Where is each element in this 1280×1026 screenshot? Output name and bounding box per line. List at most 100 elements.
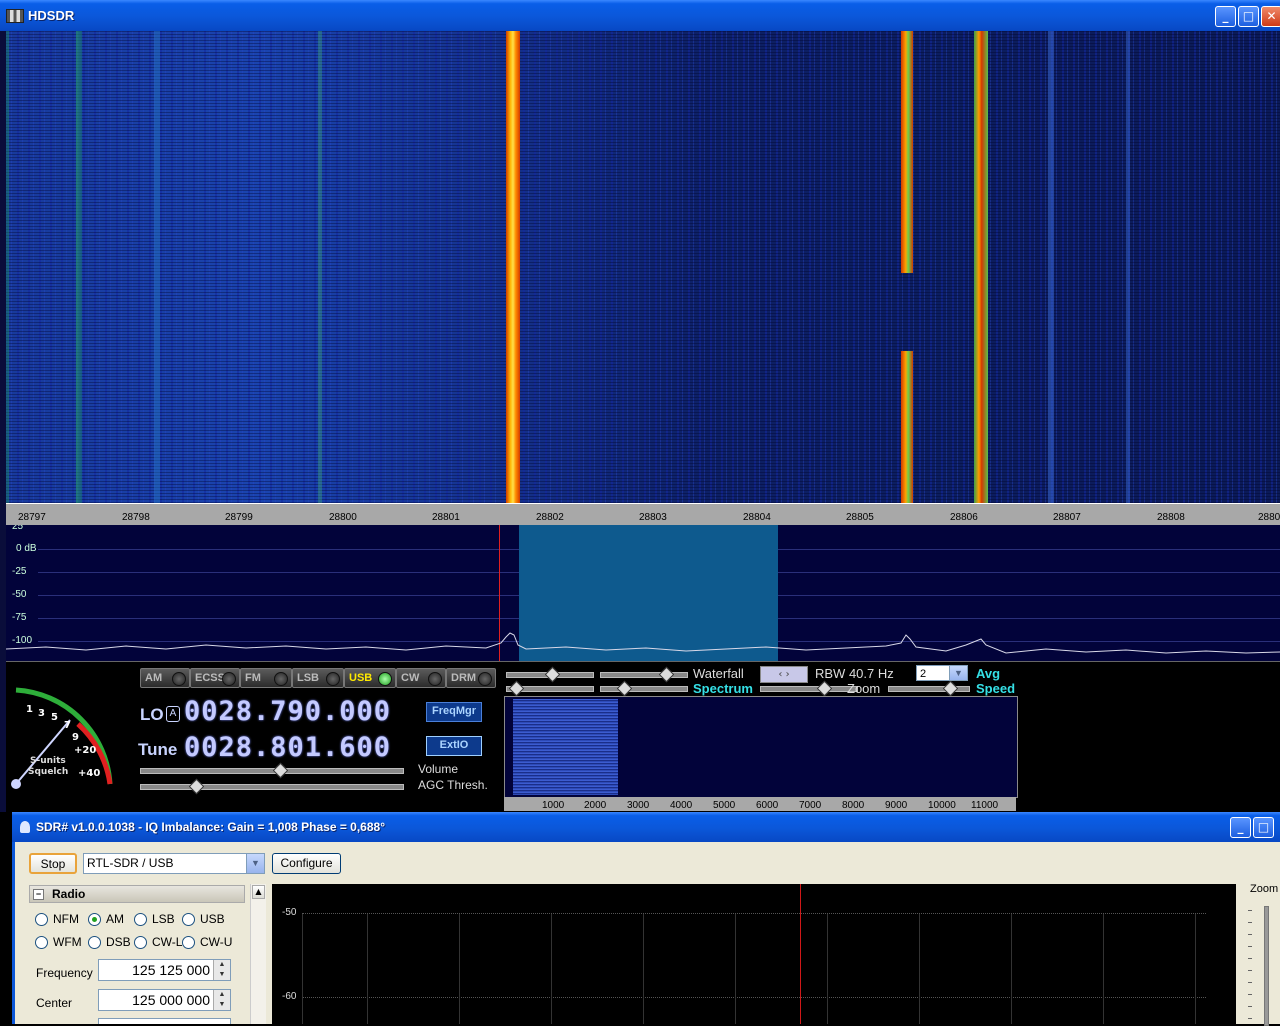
sdrsharp-app-icon <box>20 821 30 833</box>
zoom-label: Zoom <box>1250 883 1279 895</box>
audio-tick-label: 1000 <box>542 800 565 811</box>
zoom-label: Zoom <box>847 681 881 696</box>
radio-dsb[interactable]: DSB <box>88 936 131 949</box>
extio-button[interactable]: ExtIO <box>426 736 482 756</box>
mode-button-cw[interactable]: CW <box>396 668 446 688</box>
slider-knob[interactable] <box>188 778 205 795</box>
audio-waterfall[interactable] <box>504 696 1018 798</box>
mode-button-fm[interactable]: FM <box>240 668 292 688</box>
close-icon[interactable]: ✕ <box>1261 6 1280 27</box>
audio-waterfall-signal <box>513 699 618 795</box>
configure-button[interactable]: Configure <box>272 853 341 874</box>
center-value: 125 000 000 <box>132 992 210 1008</box>
frequency-input[interactable]: 125 125 000 ▲ ▼ <box>98 959 231 981</box>
panel-scrollbar[interactable]: ▲ <box>250 884 266 1024</box>
lo-label: LO <box>140 705 164 724</box>
minimize-icon[interactable]: _ <box>1215 6 1236 27</box>
lo-lock-button[interactable]: A <box>166 706 180 722</box>
waterfall-carrier <box>1048 31 1054 503</box>
freqmgr-button[interactable]: FreqMgr <box>426 702 482 722</box>
radio-wfm[interactable]: WFM <box>35 936 82 949</box>
mode-button-lsb[interactable]: LSB <box>292 668 344 688</box>
spectrum-label: Spectrum <box>693 681 753 696</box>
waterfall-display[interactable] <box>6 31 1280 503</box>
tune-frequency-display[interactable]: 0028.801.600 <box>184 732 391 763</box>
s-meter-scale-label: 1 <box>26 704 33 715</box>
frequency-tick-label: 28799 <box>225 512 253 523</box>
spectrum-trace <box>6 632 1280 654</box>
radio-lsb[interactable]: LSB <box>134 913 175 926</box>
minimize-icon[interactable]: _ <box>1230 817 1251 838</box>
slider-knob[interactable] <box>616 680 633 697</box>
next-field-partial[interactable] <box>98 1018 231 1024</box>
mode-label: LSB <box>297 672 319 684</box>
spectrum-brightness-slider[interactable] <box>600 680 688 697</box>
radio-cw-u[interactable]: CW-U <box>182 936 232 949</box>
agc-threshold-slider[interactable] <box>140 778 404 795</box>
s-meter-scale-label: +20 <box>74 745 97 756</box>
stop-button[interactable]: Stop <box>29 853 77 874</box>
audio-frequency-scale: 1000 2000 3000 4000 5000 6000 7000 8000 … <box>504 797 1016 811</box>
spectrum-gridline <box>1195 914 1196 1024</box>
rbw-arrows[interactable]: ‹ › <box>760 666 808 683</box>
lo-frequency-display[interactable]: 0028.790.000 <box>184 696 391 727</box>
maximize-icon[interactable]: □ <box>1253 817 1274 838</box>
sdrsharp-window-title: SDR# v1.0.0.1038 - IQ Imbalance: Gain = … <box>36 820 385 834</box>
radio-panel-header[interactable]: − Radio <box>29 885 245 903</box>
radio-nfm[interactable]: NFM <box>35 913 79 926</box>
spectrum-gridline <box>302 997 1206 998</box>
maximize-icon[interactable]: □ <box>1238 6 1259 27</box>
slider-knob[interactable] <box>508 680 525 697</box>
hdsdr-title-bar[interactable]: HDSDR _ □ ✕ <box>0 0 1280 31</box>
slider-knob[interactable] <box>816 680 833 697</box>
source-select[interactable]: RTL-SDR / USB ▼ <box>83 853 265 874</box>
mode-label: AM <box>145 672 163 684</box>
rbw-label: RBW 40.7 Hz <box>815 666 894 681</box>
mode-button-usb[interactable]: USB <box>344 668 396 688</box>
mode-button-drm[interactable]: DRM <box>446 668 496 688</box>
audio-tick-label: 3000 <box>627 800 650 811</box>
frequency-tick-label: 28801 <box>432 512 460 523</box>
led-icon <box>478 672 492 686</box>
db-tick-label: -50 <box>282 907 297 918</box>
waterfall-brightness-slider[interactable] <box>600 666 688 683</box>
avg-select[interactable]: 2 ▼ <box>916 665 968 681</box>
slider-knob[interactable] <box>658 666 675 683</box>
agc-threshold-label: AGC Thresh. <box>418 778 488 792</box>
center-input[interactable]: 125 000 000 ▲ ▼ <box>98 989 231 1011</box>
radio-usb[interactable]: USB <box>182 913 225 926</box>
sdrsharp-spectrum-display[interactable]: -50 -60 <box>272 884 1236 1024</box>
spectrum-gridline <box>919 914 920 1024</box>
speed-slider[interactable] <box>888 680 970 697</box>
mode-button-am[interactable]: AM <box>140 668 190 688</box>
radio-cw-l[interactable]: CW-L <box>134 936 182 949</box>
chevron-down-icon[interactable]: ▼ <box>949 666 967 680</box>
collapse-icon[interactable]: − <box>33 889 44 900</box>
avg-value: 2 <box>920 668 927 680</box>
tune-label: Tune <box>138 740 178 759</box>
tune-marker[interactable] <box>800 884 801 1024</box>
squelch-caption[interactable]: Squelch <box>28 767 68 777</box>
scroll-up-icon[interactable]: ▲ <box>252 885 265 899</box>
slider-knob[interactable] <box>272 762 289 779</box>
sdrsharp-title-bar[interactable]: SDR# v1.0.0.1038 - IQ Imbalance: Gain = … <box>12 812 1280 842</box>
waterfall-contrast-slider[interactable] <box>506 666 594 683</box>
zoom-slider[interactable] <box>1264 906 1269 1026</box>
radio-am[interactable]: AM <box>88 913 124 926</box>
mode-button-ecss[interactable]: ECSS <box>190 668 240 688</box>
slider-knob[interactable] <box>942 680 959 697</box>
zoom-slider[interactable] <box>760 680 858 697</box>
frequency-scale[interactable]: 28797 28798 28799 28800 28801 28802 2880… <box>6 503 1280 526</box>
led-icon <box>172 672 186 686</box>
spinner-arrows-icon[interactable]: ▲ ▼ <box>213 990 230 1010</box>
chevron-down-icon[interactable]: ▼ <box>246 854 264 873</box>
spectrum-contrast-slider[interactable] <box>506 680 594 697</box>
spinner-arrows-icon[interactable]: ▲ ▼ <box>213 960 230 980</box>
spectrum-display[interactable]: 25 0 dB -25 -50 -75 -100 <box>6 525 1280 662</box>
zoom-ticks <box>1248 910 1252 1022</box>
hdsdr-window-title: HDSDR <box>28 8 75 23</box>
slider-knob[interactable] <box>544 666 561 683</box>
waterfall-carrier <box>6 31 9 503</box>
volume-slider[interactable] <box>140 762 404 779</box>
waterfall-carrier <box>974 31 988 503</box>
